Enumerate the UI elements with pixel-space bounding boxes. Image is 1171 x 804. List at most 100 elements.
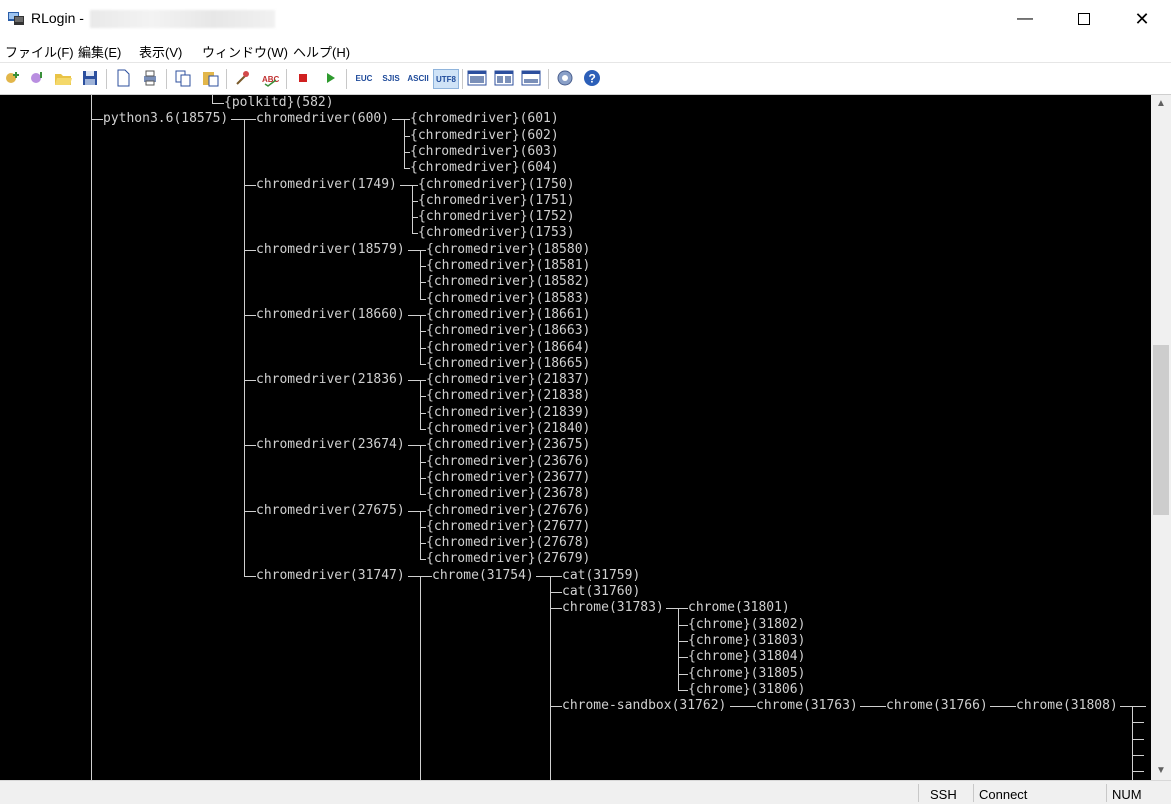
process-chromedriver-thread: {chromedriver}(27677) [426, 518, 591, 534]
minimize-button[interactable]: — [996, 0, 1054, 38]
title-redacted-area [90, 10, 275, 28]
process-chrome-sandbox: chrome-sandbox(31762) [562, 698, 727, 714]
process-chrome-thread: {chrome}(31805) [688, 665, 806, 681]
layout-one-icon[interactable] [467, 68, 487, 88]
process-chromedriver: chromedriver(600) [256, 111, 390, 127]
process-chromedriver-thread: {chromedriver}(18664) [426, 339, 591, 355]
process-chromedriver-thread: {chromedriver}(18582) [426, 274, 591, 290]
title-bar: RLogin - — ✕ [0, 0, 1171, 38]
encoding-utf8-button[interactable]: UTF8 [433, 69, 459, 89]
process-chromedriver-thread: {chromedriver}(21838) [426, 388, 591, 404]
process-chromedriver-thread: {chromedriver}(23678) [426, 486, 591, 502]
process-chromedriver-thread: {chromedriver}(1750) [418, 176, 575, 192]
open-folder-icon[interactable] [53, 68, 73, 88]
process-chromedriver: chromedriver(18660) [256, 306, 405, 322]
stop-icon[interactable] [293, 68, 313, 88]
process-chrome: chrome(31783) [562, 600, 664, 616]
process-chromedriver-thread: {chromedriver}(18665) [426, 355, 591, 371]
status-connection: Connect [979, 787, 1028, 802]
process-chromedriver-thread: {chromedriver}(23675) [426, 437, 591, 453]
process-chrome: chrome(31754) [432, 567, 534, 583]
process-chrome-thread: chrome(31801) [688, 600, 790, 616]
play-icon[interactable] [320, 68, 340, 88]
scroll-down-arrow-icon[interactable]: ▼ [1151, 762, 1171, 779]
new-document-icon[interactable] [113, 68, 133, 88]
menu-window[interactable]: ウィンドウ(W) [202, 42, 288, 61]
scrollbar-thumb[interactable] [1153, 345, 1169, 515]
process-cat: cat(31760) [562, 584, 641, 599]
process-chromedriver-thread: {chromedriver}(1753) [418, 225, 575, 241]
process-chromedriver-thread: {chromedriver}(602) [410, 127, 559, 143]
process-chromedriver-thread: {chromedriver}(21840) [426, 421, 591, 436]
encoding-euc-button[interactable]: EUC [353, 69, 375, 87]
process-chromedriver-thread: {chromedriver}(27678) [426, 535, 591, 551]
close-button[interactable]: ✕ [1113, 0, 1171, 38]
maximize-icon [1078, 13, 1090, 25]
encoding-sjis-button[interactable]: SJIS [379, 69, 403, 87]
encoding-ascii-button[interactable]: ASCII [406, 69, 430, 87]
menu-bar: ファイル(F) 編集(E) 表示(V) ウィンドウ(W) ヘルプ(H) [0, 38, 1171, 63]
layout-two-icon[interactable] [494, 68, 514, 88]
process-chrome-thread: {chrome}(31804) [688, 649, 806, 665]
paste-icon[interactable] [200, 68, 220, 88]
help-icon[interactable]: ? [582, 68, 602, 88]
process-chromedriver-thread: {chromedriver}(23677) [426, 469, 591, 485]
process-cat: cat(31759) [562, 567, 641, 583]
process-chrome-thread: {chrome}(31802) [688, 616, 806, 632]
menu-view[interactable]: 表示(V) [139, 42, 182, 61]
vertical-scrollbar[interactable]: ▲ ▼ [1151, 95, 1171, 780]
svg-text:?: ? [589, 72, 596, 86]
toolbar: ABC EUC SJIS ASCII UTF8 ? [0, 63, 1171, 95]
process-chromedriver-thread: {chromedriver}(603) [410, 143, 559, 159]
process-chromedriver-thread: {chromedriver}(27676) [426, 502, 591, 518]
process-python: python3.6(18575) [103, 111, 229, 127]
process-chromedriver: chromedriver(27675) [256, 502, 405, 518]
process-chromedriver-thread: {chromedriver}(1751) [418, 192, 575, 208]
process-chromedriver: chromedriver(18579) [256, 241, 405, 257]
process-chromedriver: chromedriver(1749) [256, 176, 397, 192]
process-chromedriver: chromedriver(23674) [256, 437, 405, 453]
process-chromedriver-thread: {chromedriver}(1752) [418, 209, 575, 225]
process-chromedriver-thread: {chromedriver}(23676) [426, 453, 591, 469]
rlogin-app-icon[interactable] [7, 10, 25, 26]
status-num-lock: NUM [1112, 787, 1142, 802]
print-icon[interactable] [140, 68, 160, 88]
minimize-icon: — [1017, 10, 1033, 27]
process-chromedriver-thread: {chromedriver}(18663) [426, 323, 591, 339]
terminal-screen[interactable]: {polkitd}(582) python3.6(18575) chromedriv… [0, 95, 1151, 780]
save-icon[interactable] [80, 68, 100, 88]
process-chrome: chrome(31766) [886, 698, 988, 714]
process-chrome-thread: {chrome}(31803) [688, 632, 806, 648]
process-chromedriver-thread: {chromedriver}(18581) [426, 258, 591, 273]
process-chromedriver-thread: {chromedriver}(27679) [426, 551, 591, 567]
spell-check-icon[interactable]: ABC [260, 68, 280, 88]
process-chrome: chrome(31763) [756, 698, 858, 714]
close-icon: ✕ [1134, 8, 1150, 29]
scroll-up-arrow-icon[interactable]: ▲ [1151, 95, 1171, 112]
process-polkitd: {polkitd}(582) [224, 95, 334, 110]
process-chromedriver-thread: {chromedriver}(604) [410, 160, 559, 176]
copy-icon[interactable] [173, 68, 193, 88]
process-chromedriver-thread: {chromedriver}(601) [410, 111, 559, 127]
status-bar: SSH Connect NUM [0, 780, 1171, 804]
process-chrome: chrome(31808) [1016, 698, 1118, 714]
new-connection-icon[interactable] [2, 68, 22, 88]
connect-icon[interactable] [27, 68, 47, 88]
layout-three-icon[interactable] [521, 68, 541, 88]
process-chromedriver: chromedriver(31747) [256, 567, 405, 583]
maximize-button[interactable] [1055, 0, 1113, 38]
status-protocol: SSH [930, 787, 957, 802]
process-chrome-thread: {chrome}(31806) [688, 681, 806, 697]
menu-edit[interactable]: 編集(E) [78, 42, 121, 61]
window-title: RLogin - [31, 10, 84, 26]
menu-file[interactable]: ファイル(F) [5, 42, 74, 61]
process-chromedriver: chromedriver(21836) [256, 372, 405, 388]
script-icon[interactable] [233, 68, 253, 88]
menu-help[interactable]: ヘルプ(H) [293, 42, 350, 61]
process-chromedriver-thread: {chromedriver}(18583) [426, 290, 591, 306]
settings-gear-icon[interactable] [555, 68, 575, 88]
process-chromedriver-thread: {chromedriver}(21837) [426, 372, 591, 388]
svg-text:ABC: ABC [262, 75, 279, 84]
process-chromedriver-thread: {chromedriver}(21839) [426, 404, 591, 420]
process-chromedriver-thread: {chromedriver}(18580) [426, 241, 591, 257]
